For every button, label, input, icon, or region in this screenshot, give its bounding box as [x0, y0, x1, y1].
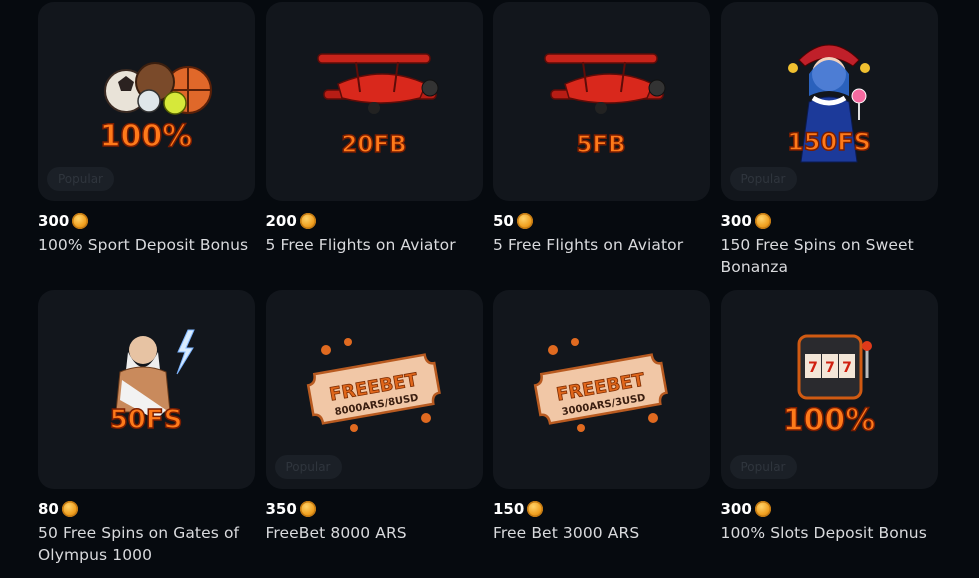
offer-card[interactable]: 7 7 7 100% Popular 300 100% Slots Deposi…: [720, 290, 938, 578]
offer-title: 100% Slots Deposit Bonus: [720, 524, 927, 542]
coin-icon: [527, 501, 544, 517]
offer-thumbnail[interactable]: FREEBET 3000ARS/3USD: [493, 290, 710, 489]
art-label: 100%: [100, 119, 193, 154]
svg-text:7: 7: [808, 360, 818, 376]
price-row: 200: [266, 211, 483, 231]
price-row: 300: [721, 499, 938, 519]
art-label: 20FB: [341, 132, 406, 158]
price: 150: [493, 500, 525, 518]
offer-card[interactable]: FREEBET 8000ARS/8USD Popular 350 FreeBet…: [265, 290, 483, 578]
offer-thumbnail[interactable]: FREEBET 8000ARS/8USD Popular: [265, 290, 483, 489]
price: 200: [265, 212, 297, 230]
offer-thumbnail[interactable]: 20FB: [265, 2, 483, 201]
offer-title: 5 Free Flights on Aviator: [265, 236, 456, 254]
coin-icon: [299, 501, 316, 517]
art-label: 100%: [782, 403, 875, 438]
offer-title: 5 Free Flights on Aviator: [493, 236, 684, 254]
offer-card[interactable]: 100% Popular 300 100% Sport Deposit Bonu…: [38, 2, 255, 290]
popular-badge: Popular: [729, 167, 797, 191]
offer-title: FreeBet 8000 ARS: [265, 524, 407, 542]
coin-icon: [516, 213, 533, 229]
zeus-illustration: 50FS: [109, 329, 195, 436]
price: 50: [493, 212, 514, 230]
popular-badge: Popular: [729, 455, 797, 479]
coin-icon: [72, 213, 89, 229]
ticket-illustration: FREEBET 3000ARS/3USD: [533, 338, 668, 432]
art-label: 50FS: [110, 405, 183, 435]
biplane-illustration: 5FB: [544, 53, 666, 159]
popular-badge: Popular: [47, 167, 114, 191]
coin-icon: [61, 501, 78, 517]
price-row: 50: [493, 211, 710, 231]
offer-card[interactable]: 50FS 80 50 Free Spins on Gates of Olympu…: [38, 290, 255, 578]
svg-text:7: 7: [842, 360, 852, 376]
price-row: 300: [38, 211, 255, 231]
coin-icon: [754, 501, 771, 517]
offer-thumbnail[interactable]: 5FB: [493, 2, 710, 201]
offer-thumbnail[interactable]: 50FS: [38, 290, 255, 489]
offer-title: 150 Free Spins on Sweet Bonanza: [720, 236, 914, 276]
price-row: 300: [721, 211, 938, 231]
art-label: 5FB: [576, 132, 625, 158]
coin-icon: [299, 213, 316, 229]
offer-card[interactable]: 150FS Popular 300 150 Free Spins on Swee…: [720, 2, 938, 290]
offer-card[interactable]: FREEBET 3000ARS/3USD 150 Free Bet 3000 A…: [493, 290, 710, 578]
biplane-illustration: 20FB: [316, 53, 438, 159]
offer-title: 50 Free Spins on Gates of Olympus 1000: [38, 524, 240, 564]
offer-title: 100% Sport Deposit Bonus: [38, 236, 249, 254]
price: 300: [38, 212, 70, 230]
popular-badge: Popular: [274, 455, 342, 479]
offer-thumbnail[interactable]: 100% Popular: [38, 2, 255, 201]
price-row: 80: [38, 499, 255, 519]
offer-thumbnail[interactable]: 150FS Popular: [720, 2, 938, 201]
offer-title: Free Bet 3000 ARS: [493, 524, 640, 542]
svg-text:7: 7: [825, 360, 835, 376]
price: 350: [265, 500, 297, 518]
price-row: 350: [266, 499, 483, 519]
offer-card[interactable]: 5FB 50 5 Free Flights on Aviator: [493, 2, 710, 290]
offer-thumbnail[interactable]: 7 7 7 100% Popular: [720, 290, 938, 489]
art-label: 150FS: [787, 128, 871, 156]
offer-card[interactable]: 20FB 200 5 Free Flights on Aviator: [265, 2, 483, 290]
price-row: 150: [493, 499, 710, 519]
coin-icon: [754, 213, 771, 229]
price: 80: [38, 500, 59, 518]
price: 300: [720, 500, 752, 518]
price: 300: [720, 212, 752, 230]
offers-grid: 100% Popular 300 100% Sport Deposit Bonu…: [38, 2, 938, 578]
